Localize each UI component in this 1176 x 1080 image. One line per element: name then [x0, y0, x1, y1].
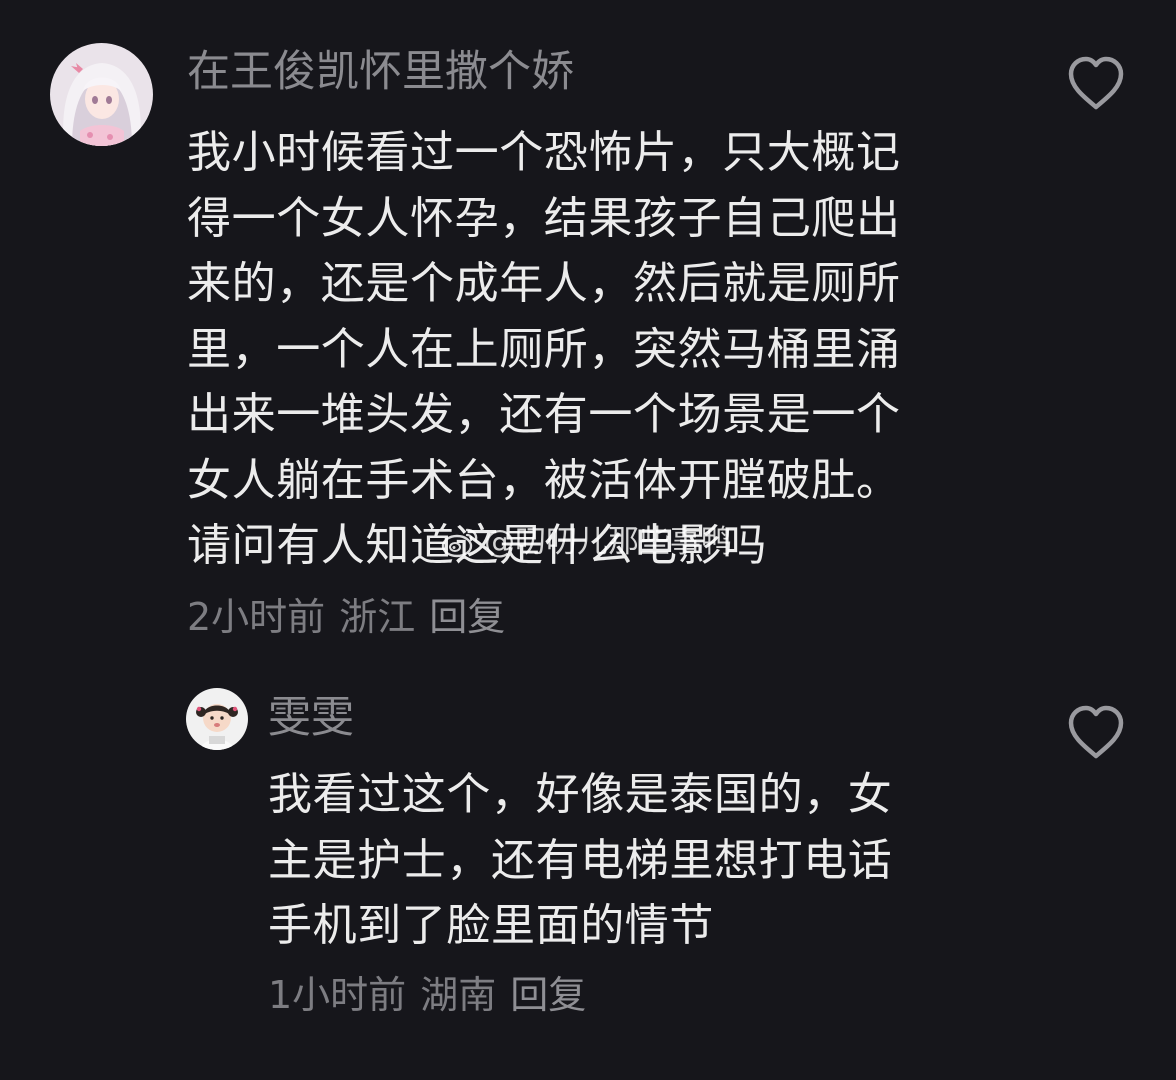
comment-text-line: 主是护士，还有电梯里想打电话	[268, 834, 893, 886]
comment-text-line: 里，一个人在上厕所，突然马桶里涌	[187, 323, 901, 375]
heart-outline-icon	[1068, 705, 1124, 759]
reply-button[interactable]: 回复	[510, 973, 586, 1017]
comment-time: 2小时前	[187, 595, 326, 639]
anime-girl-avatar-icon	[50, 43, 153, 146]
comment-text-line: 来的，还是个成年人，然后就是厕所	[187, 258, 901, 309]
comment-username[interactable]: 雯雯	[268, 692, 354, 744]
baby-avatar-icon	[186, 688, 248, 750]
comment-time: 1小时前	[268, 973, 407, 1017]
comment-meta: 1小时前 湖南 回复	[268, 972, 600, 1018]
comment-location: 湖南	[420, 973, 497, 1017]
comment-text-line: 我看过这个，好像是泰国的，女	[268, 769, 893, 820]
avatar[interactable]	[50, 43, 153, 146]
comment-username[interactable]: 在王俊凯怀里撒个娇	[187, 46, 574, 98]
reply-button[interactable]: 回复	[429, 595, 505, 639]
comment-text-line: 女人躺在手术台，被活体开膛破肚。	[187, 454, 901, 506]
avatar[interactable]	[186, 688, 248, 750]
comment-text-line: 出来一堆头发，还有一个场景是一个	[187, 389, 901, 440]
comment-text-line: 我小时候看过一个恐怖片，只大概记	[187, 127, 901, 178]
watermark: @叨叨儿那些事鸭	[440, 522, 732, 562]
reply-comment-item: 雯雯 我看过这个，好像是泰国的，女 主是护士，还有电梯里想打电话 手机到了脸里面…	[0, 650, 1176, 1080]
comment-location: 浙江	[339, 595, 416, 639]
comment-text: 我小时候看过一个恐怖片，只大概记 得一个女人怀孕，结果孩子自己爬出 来的，还是个…	[187, 120, 901, 579]
like-button[interactable]	[1066, 56, 1126, 112]
comment-text-line: 得一个女人怀孕，结果孩子自己爬出	[187, 192, 901, 244]
watermark-text: @叨叨儿那些事鸭	[484, 524, 732, 560]
comment-text-line: 手机到了脸里面的情节	[268, 900, 714, 951]
comment-text: 我看过这个，好像是泰国的，女 主是护士，还有电梯里想打电话 手机到了脸里面的情节	[268, 762, 892, 959]
comment-meta: 2小时前 浙江 回复	[187, 594, 519, 640]
weibo-logo-icon	[441, 528, 478, 558]
like-button[interactable]	[1066, 705, 1126, 761]
heart-outline-icon	[1068, 56, 1124, 110]
